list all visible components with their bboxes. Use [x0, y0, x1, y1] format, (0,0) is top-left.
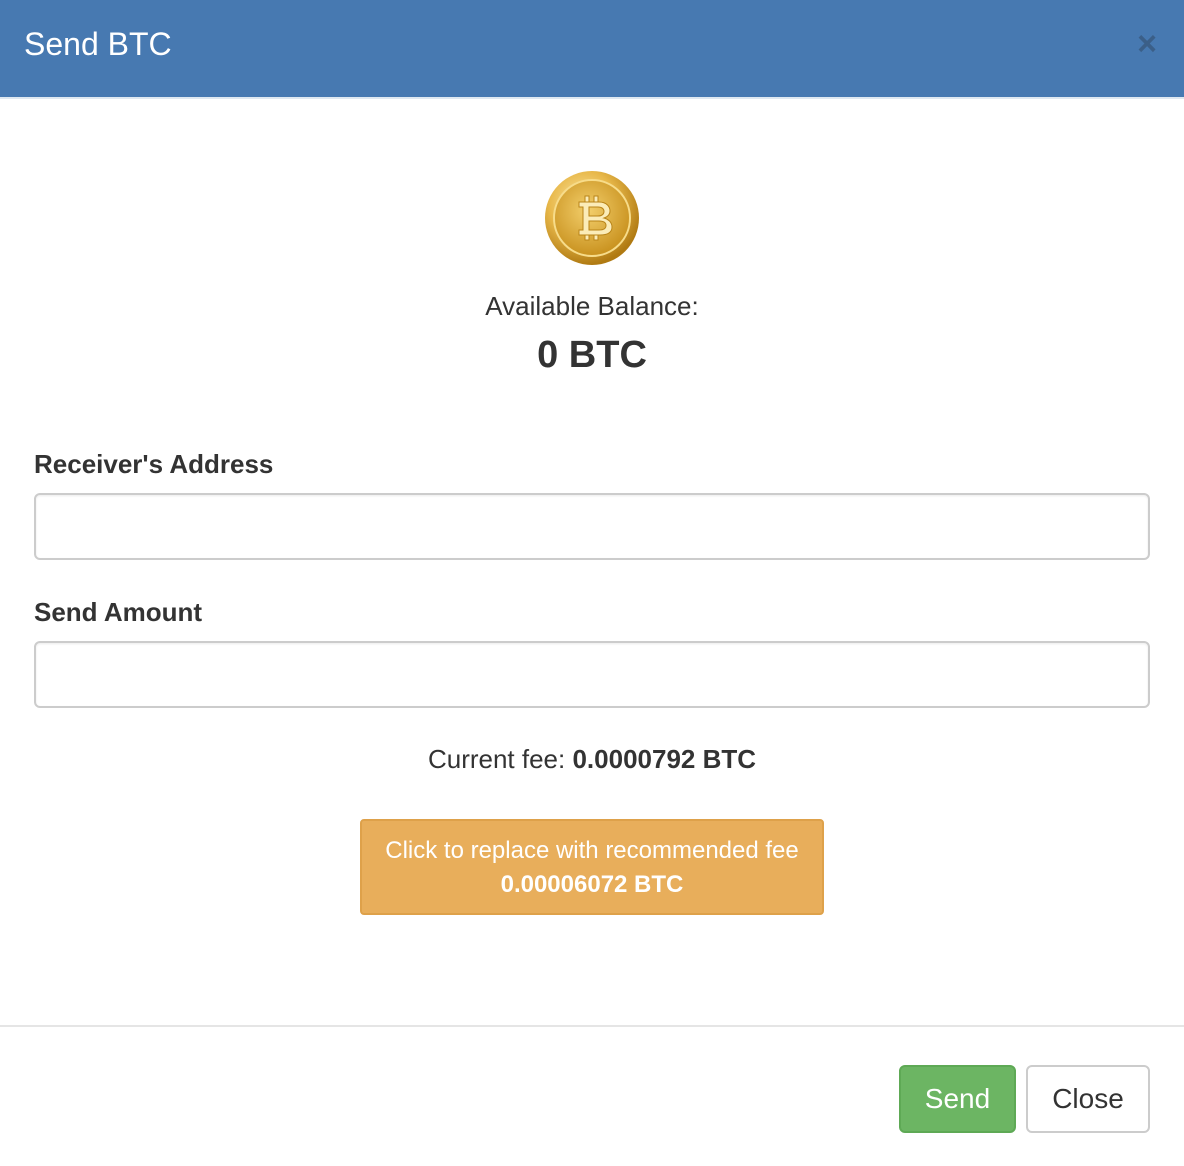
footer-divider	[0, 1025, 1184, 1027]
send-amount-input[interactable]	[34, 641, 1150, 708]
send-amount-label: Send Amount	[34, 597, 203, 627]
recommended-fee-value: 0.00006072 BTC	[500, 871, 684, 898]
current-fee-value: 0.0000792 BTC	[572, 744, 757, 774]
close-button[interactable]: Close	[1026, 1065, 1150, 1133]
modal-header: Send BTC ×	[0, 0, 1184, 99]
send-btc-modal: Send BTC × Available Balance: 0 BTC Rece…	[0, 0, 1184, 1166]
available-balance-label: Available Balance:	[485, 291, 699, 321]
recommended-fee-text: Click to replace with recommended fee	[385, 837, 799, 864]
close-icon[interactable]: ×	[1132, 26, 1162, 62]
current-fee-line: Current fee: 0.0000792 BTC	[0, 743, 1184, 775]
available-balance-value: 0 BTC	[537, 334, 647, 376]
send-button[interactable]: Send	[899, 1065, 1016, 1133]
current-fee-label: Current fee:	[427, 744, 573, 774]
bitcoin-coin-icon	[543, 169, 641, 267]
receiver-address-label: Receiver's Address	[34, 449, 274, 479]
replace-recommended-fee-button[interactable]: Click to replace with recommended fee 0.…	[360, 819, 824, 915]
receiver-address-input[interactable]	[34, 493, 1150, 560]
modal-title: Send BTC	[24, 26, 172, 62]
